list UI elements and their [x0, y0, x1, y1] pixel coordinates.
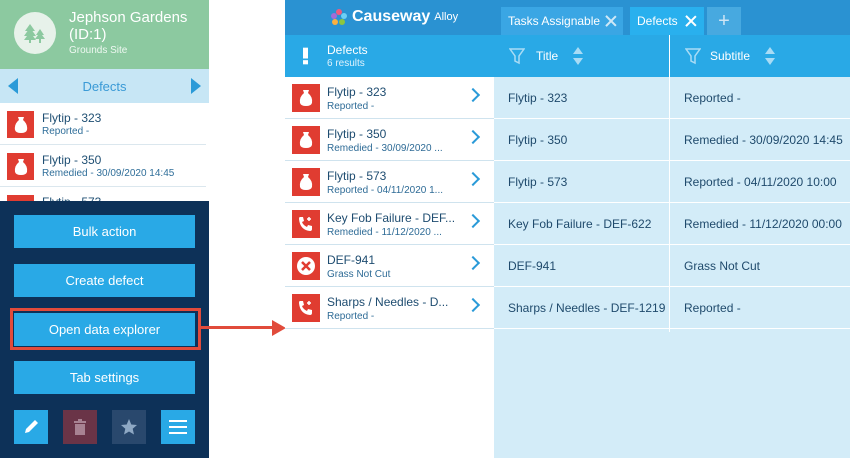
- next-arrow-icon[interactable]: [191, 78, 201, 94]
- filter-icon[interactable]: [509, 47, 525, 65]
- row-title: Key Fob Failure - DEF...: [327, 211, 456, 225]
- row-title: Sharps / Needles - D...: [327, 295, 449, 309]
- highlight-box: [10, 308, 201, 350]
- site-title: Jephson Gardens (ID:1): [69, 9, 188, 43]
- row-title: DEF-941: [327, 253, 376, 267]
- edit-button[interactable]: [14, 410, 48, 444]
- sort-icon[interactable]: [572, 46, 584, 66]
- data-explorer: Causeway Alloy Tasks Assignable Defects …: [285, 0, 850, 458]
- table-cell[interactable]: Flytip - 573: [494, 161, 669, 203]
- chevron-right-icon: [465, 213, 481, 229]
- table-cell[interactable]: Reported -: [670, 77, 850, 119]
- delete-button[interactable]: [63, 410, 97, 444]
- star-icon: [121, 419, 137, 435]
- tab-tasks-assignable[interactable]: Tasks Assignable: [501, 7, 623, 35]
- row-subtitle: Reported -: [327, 311, 375, 322]
- list-row[interactable]: Flytip - 323 Reported -: [285, 77, 494, 119]
- tab-settings-button[interactable]: Tab settings: [14, 361, 195, 394]
- exclamation-icon: [303, 47, 308, 65]
- bulk-action-button[interactable]: Bulk action: [14, 215, 195, 248]
- tab-label: Defects: [637, 14, 678, 28]
- brand-logo: Causeway Alloy: [330, 8, 458, 26]
- flytip-bag-icon: [292, 84, 320, 112]
- list-item[interactable]: Flytip - 323 Reported -: [0, 103, 206, 145]
- site-header: Jephson Gardens (ID:1) Grounds Site: [0, 0, 209, 69]
- site-panel: Jephson Gardens (ID:1) Grounds Site Defe…: [0, 0, 209, 458]
- pointer-arrow-icon: [272, 320, 286, 336]
- table-cell[interactable]: Sharps / Needles - DEF-1219: [494, 287, 669, 329]
- column-header-title[interactable]: Title: [494, 35, 669, 77]
- causeway-logo-icon: [331, 9, 347, 25]
- close-icon[interactable]: [605, 15, 617, 27]
- list-row[interactable]: Flytip - 350 Remedied - 30/09/2020 ...: [285, 119, 494, 161]
- hamburger-icon: [169, 420, 187, 434]
- chevron-right-icon: [465, 87, 481, 103]
- row-subtitle: Reported - 04/11/2020 1...: [327, 185, 444, 196]
- favourite-button[interactable]: [112, 410, 146, 444]
- list-item[interactable]: Flytip - 350 Remedied - 30/09/2020 14:45: [0, 145, 206, 187]
- column-label: Title: [536, 49, 559, 63]
- table-cell[interactable]: Remedied - 30/09/2020 14:45: [670, 119, 850, 161]
- pointer-arrow-line: [201, 326, 273, 329]
- flytip-bag-icon: [7, 153, 34, 180]
- list-item-title: Flytip - 350: [42, 153, 102, 167]
- row-title: Flytip - 573: [327, 169, 387, 183]
- create-defect-button[interactable]: Create defect: [14, 264, 195, 297]
- column-label: Subtitle: [710, 49, 751, 63]
- table-cell[interactable]: Grass Not Cut: [670, 245, 850, 287]
- tab-label: Tasks Assignable: [508, 14, 601, 28]
- flytip-bag-icon: [292, 126, 320, 154]
- tab-defects[interactable]: Defects: [630, 7, 704, 35]
- flytip-bag-icon: [7, 111, 34, 138]
- list-item-title: Flytip - 323: [42, 111, 102, 125]
- menu-button[interactable]: [161, 410, 195, 444]
- layer-nav-label: Defects: [82, 79, 127, 94]
- table-cell[interactable]: Flytip - 350: [494, 119, 669, 161]
- phone-icon: [292, 294, 320, 322]
- table-cell[interactable]: Key Fob Failure - DEF-622: [494, 203, 669, 245]
- layer-nav: Defects: [0, 69, 209, 103]
- table-cell[interactable]: Remedied - 11/12/2020 00:00: [670, 203, 850, 245]
- list-row[interactable]: Sharps / Needles - D... Reported -: [285, 287, 494, 329]
- pencil-icon: [25, 420, 38, 433]
- row-subtitle: Remedied - 30/09/2020 ...: [327, 143, 443, 154]
- trash-icon: [74, 419, 86, 435]
- list-row[interactable]: DEF-941 Grass Not Cut: [285, 245, 494, 287]
- table-cell[interactable]: DEF-941: [494, 245, 669, 287]
- site-avatar: [14, 12, 56, 54]
- close-icon[interactable]: [685, 15, 697, 27]
- sort-icon[interactable]: [764, 46, 776, 66]
- chevron-right-icon: [465, 255, 481, 271]
- list-count: 6 results: [327, 58, 365, 69]
- row-subtitle: Reported -: [327, 101, 375, 112]
- site-subtitle: Grounds Site: [69, 45, 128, 56]
- column-header-subtitle[interactable]: Subtitle: [670, 35, 850, 77]
- results-list: Defects 6 results Flytip - 323 Reported …: [285, 35, 494, 458]
- list-title: Defects: [327, 43, 368, 57]
- table-cell[interactable]: Reported -: [670, 287, 850, 329]
- brand-subname: Alloy: [434, 11, 459, 23]
- row-title: Flytip - 323: [327, 85, 387, 99]
- brand-name: Causeway: [352, 8, 431, 25]
- list-header: Defects 6 results: [285, 35, 494, 77]
- list-item-subtitle: Remedied - 30/09/2020 14:45: [42, 168, 175, 179]
- list-row[interactable]: Flytip - 573 Reported - 04/11/2020 1...: [285, 161, 494, 203]
- table-cell[interactable]: Flytip - 323: [494, 77, 669, 119]
- row-subtitle: Remedied - 11/12/2020 ...: [327, 227, 442, 238]
- phone-icon: [292, 210, 320, 238]
- tree-icon: [24, 24, 45, 43]
- list-item-subtitle: Reported -: [42, 126, 90, 137]
- add-tab-button[interactable]: +: [707, 7, 741, 35]
- chevron-right-icon: [465, 297, 481, 313]
- row-subtitle: Grass Not Cut: [327, 269, 391, 280]
- list-row[interactable]: Key Fob Failure - DEF... Remedied - 11/1…: [285, 203, 494, 245]
- filter-icon[interactable]: [685, 47, 701, 65]
- top-bar: Causeway Alloy Tasks Assignable Defects …: [285, 0, 850, 35]
- cross-circle-icon: [292, 252, 320, 280]
- chevron-right-icon: [465, 171, 481, 187]
- row-title: Flytip - 350: [327, 127, 387, 141]
- chevron-right-icon: [465, 129, 481, 145]
- flytip-bag-icon: [292, 168, 320, 196]
- table-cell[interactable]: Reported - 04/11/2020 10:00: [670, 161, 850, 203]
